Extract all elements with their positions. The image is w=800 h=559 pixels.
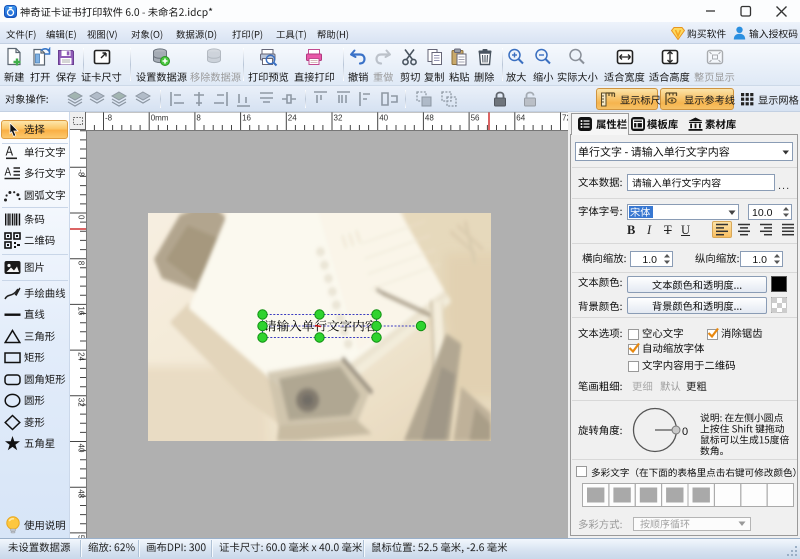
- svg-text:-8: -8: [105, 114, 113, 123]
- svg-text:8: 8: [196, 114, 201, 123]
- svg-text:64: 64: [516, 114, 525, 123]
- svg-text:40: 40: [379, 114, 388, 123]
- svg-text:32: 32: [77, 398, 86, 407]
- svg-text:48: 48: [425, 114, 434, 123]
- svg-text:16: 16: [242, 114, 251, 123]
- svg-text:24: 24: [77, 352, 86, 361]
- svg-text:56: 56: [471, 114, 480, 123]
- svg-text:32: 32: [334, 114, 343, 123]
- svg-text:48: 48: [77, 489, 86, 498]
- svg-text:24: 24: [288, 114, 297, 123]
- svg-text:0mm: 0mm: [151, 114, 169, 123]
- svg-text:40: 40: [77, 444, 86, 453]
- svg-text:16: 16: [77, 306, 86, 315]
- svg-text:0: 0: [77, 215, 86, 220]
- svg-text:-8: -8: [77, 169, 86, 177]
- svg-text:8: 8: [77, 261, 86, 266]
